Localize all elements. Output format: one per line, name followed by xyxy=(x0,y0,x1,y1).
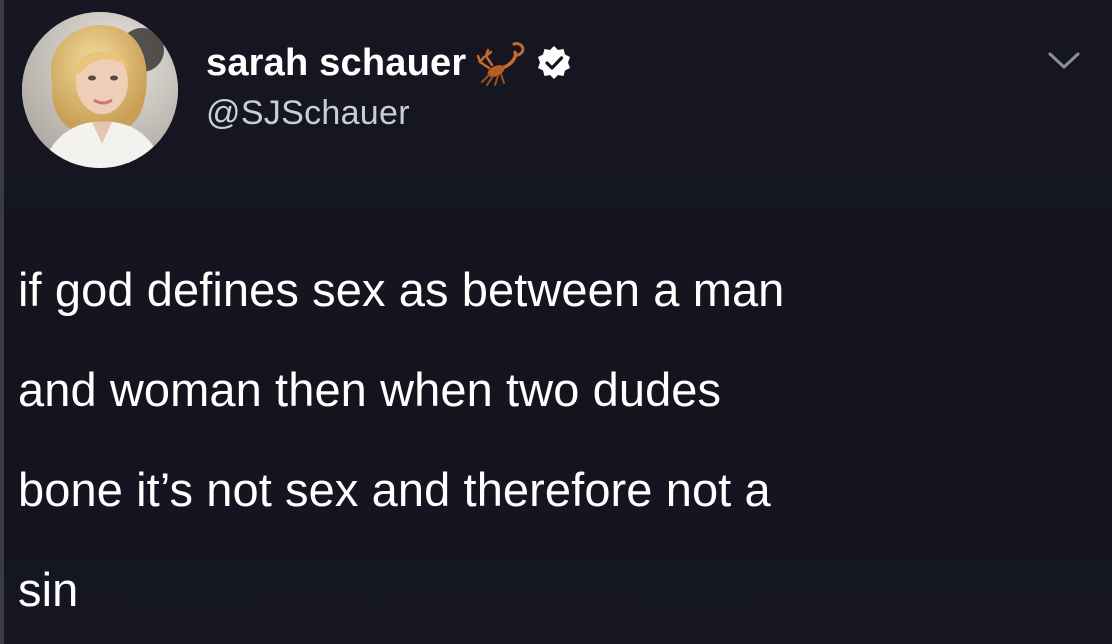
tweet-text-line: and woman then when two dudes xyxy=(18,363,722,416)
tweet-text-line: bone it’s not sex and therefore not a xyxy=(18,463,771,516)
chevron-down-icon[interactable] xyxy=(1046,48,1082,74)
avatar[interactable] xyxy=(22,12,178,168)
display-name[interactable]: sarah schauer xyxy=(206,42,466,85)
tweet-text: if god defines sex as between a man and … xyxy=(18,240,1088,640)
left-border xyxy=(0,0,4,644)
tweet-text-line: if god defines sex as between a man xyxy=(18,263,785,316)
tweet-text-line: sin xyxy=(18,563,79,616)
tweet-header: sarah schauer @SJSchauer xyxy=(206,38,572,133)
tweet-card: sarah schauer @SJSchauer if god defines … xyxy=(0,0,1112,644)
name-row: sarah schauer xyxy=(206,38,572,88)
scorpion-icon xyxy=(476,38,528,88)
verified-badge-icon xyxy=(536,45,572,81)
avatar-image xyxy=(22,12,178,168)
user-handle[interactable]: @SJSchauer xyxy=(206,94,572,133)
